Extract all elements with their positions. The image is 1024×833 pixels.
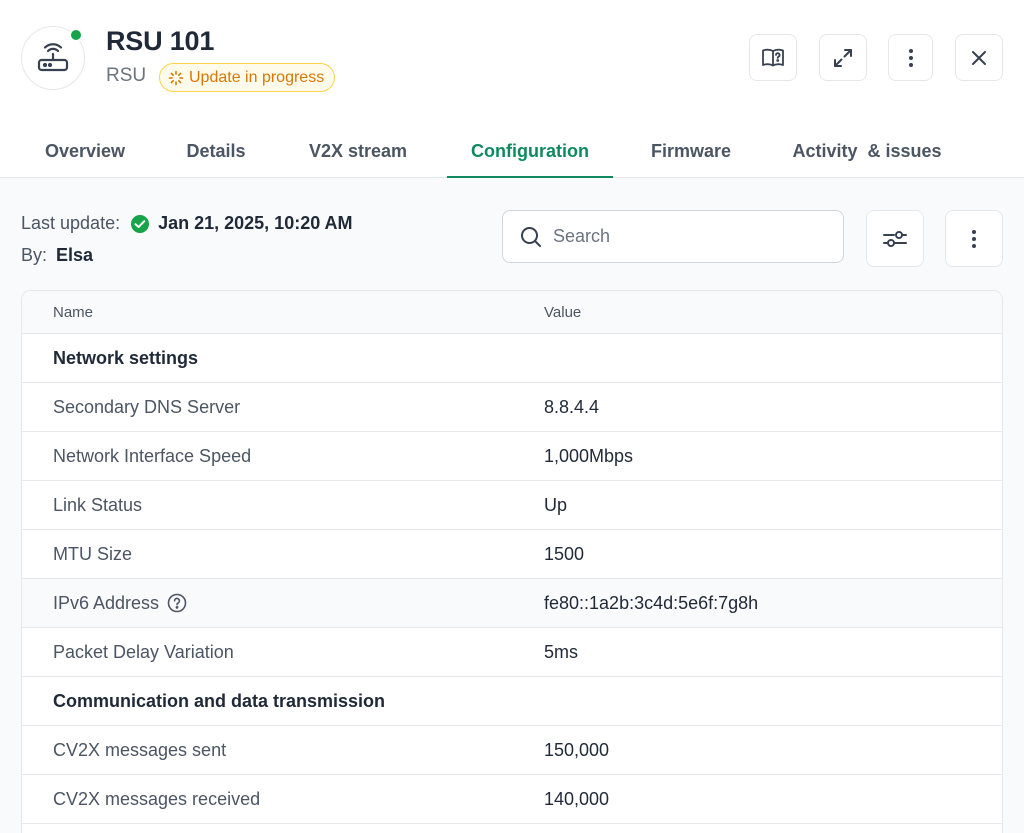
vertical-dots-icon bbox=[908, 48, 913, 67]
row-value: 150,000 bbox=[544, 739, 610, 760]
group-row: Communication and data transmission bbox=[22, 677, 1002, 726]
manual-button[interactable] bbox=[749, 34, 797, 81]
status-badge: Update in progress bbox=[159, 63, 336, 92]
tab-configuration[interactable]: Configuration bbox=[447, 124, 613, 179]
row-name: IPv6 Address bbox=[53, 592, 160, 613]
table-row[interactable] bbox=[22, 824, 1002, 833]
group-title: Network settings bbox=[53, 347, 199, 368]
row-value: 1500 bbox=[544, 543, 585, 564]
row-value: Up bbox=[544, 494, 568, 515]
row-name-with-help: IPv6 Address bbox=[53, 593, 187, 614]
online-status-dot bbox=[69, 28, 83, 42]
last-update-line: Last update: Jan 21, 2025, 10:20 AM bbox=[21, 213, 353, 234]
table-row[interactable]: CV2X messages sent 150,000 bbox=[22, 726, 1002, 775]
row-name: MTU Size bbox=[53, 543, 133, 564]
vertical-dots-icon bbox=[972, 229, 976, 248]
configuration-panel: Last update: Jan 21, 2025, 10:20 AM By: … bbox=[0, 178, 1024, 833]
row-value: fe80::1a2b:3c4d:5e6f:7g8h bbox=[544, 592, 759, 613]
table-header: Name Value bbox=[22, 291, 1002, 334]
configuration-table: Name Value Network settings Secondary DN… bbox=[21, 290, 1003, 833]
table-row[interactable]: Secondary DNS Server 8.8.4.4 bbox=[22, 383, 1002, 432]
row-name: CV2X messages received bbox=[53, 788, 261, 809]
updated-by-line: By: Elsa bbox=[21, 245, 93, 266]
table-more-options-button[interactable] bbox=[945, 210, 1003, 267]
check-circle-icon bbox=[130, 214, 150, 234]
tab-v2x-stream[interactable]: V2X stream bbox=[292, 124, 424, 178]
tab-firmware[interactable]: Firmware bbox=[636, 124, 746, 178]
filter-sliders-icon bbox=[883, 230, 907, 247]
row-name: Network Interface Speed bbox=[53, 445, 252, 466]
row-name: Packet Delay Variation bbox=[53, 641, 234, 662]
group-row: Network settings bbox=[22, 334, 1002, 383]
last-update-label: Last update: bbox=[21, 213, 121, 233]
row-name: CV2X messages sent bbox=[53, 739, 227, 760]
spinner-icon bbox=[168, 70, 184, 85]
status-badge-label: Update in progress bbox=[189, 68, 325, 86]
last-update-value: Jan 21, 2025, 10:20 AM bbox=[158, 213, 353, 233]
panel-header: RSU 101 RSU Update in progress Overview … bbox=[0, 0, 1024, 179]
updated-by-label: By: bbox=[21, 245, 48, 265]
book-question-icon bbox=[762, 48, 784, 66]
more-options-button[interactable] bbox=[888, 34, 933, 81]
table-row[interactable]: IPv6 Address fe80::1a2b:3c4d:5e6f:7g8h bbox=[22, 579, 1002, 628]
tab-details[interactable]: Details bbox=[172, 124, 260, 178]
row-name: Link Status bbox=[53, 494, 143, 515]
close-icon bbox=[972, 50, 986, 65]
help-circle-icon[interactable] bbox=[167, 593, 187, 613]
filter-button[interactable] bbox=[866, 210, 924, 267]
expand-button[interactable] bbox=[819, 34, 867, 81]
device-title: RSU 101 bbox=[106, 26, 215, 56]
search-input[interactable] bbox=[553, 226, 823, 247]
table-row[interactable]: MTU Size 1500 bbox=[22, 530, 1002, 579]
row-value: 8.8.4.4 bbox=[544, 396, 600, 417]
column-header-value: Value bbox=[544, 303, 582, 321]
row-name: Secondary DNS Server bbox=[53, 396, 241, 417]
column-header-name: Name bbox=[53, 303, 94, 321]
row-value: 5ms bbox=[544, 641, 579, 662]
row-value: 140,000 bbox=[544, 788, 610, 809]
router-icon bbox=[37, 43, 69, 72]
tab-activity-issues[interactable]: Activity & issues bbox=[780, 124, 954, 178]
close-button[interactable] bbox=[955, 34, 1003, 81]
table-row[interactable]: Link Status Up bbox=[22, 481, 1002, 530]
table-row[interactable]: CV2X messages received 140,000 bbox=[22, 775, 1002, 824]
device-type: RSU bbox=[106, 65, 147, 86]
expand-icon bbox=[834, 48, 852, 67]
group-title: Communication and data transmission bbox=[53, 690, 386, 711]
tab-overview[interactable]: Overview bbox=[30, 124, 140, 178]
table-row[interactable]: Packet Delay Variation 5ms bbox=[22, 628, 1002, 677]
tab-bar: Overview Details V2X stream Configuratio… bbox=[0, 124, 1024, 179]
table-row[interactable]: Network Interface Speed 1,000Mbps bbox=[22, 432, 1002, 481]
search-field[interactable] bbox=[502, 210, 844, 263]
row-value: 1,000Mbps bbox=[544, 445, 634, 466]
updated-by-value: Elsa bbox=[56, 245, 94, 265]
search-icon bbox=[521, 226, 541, 247]
